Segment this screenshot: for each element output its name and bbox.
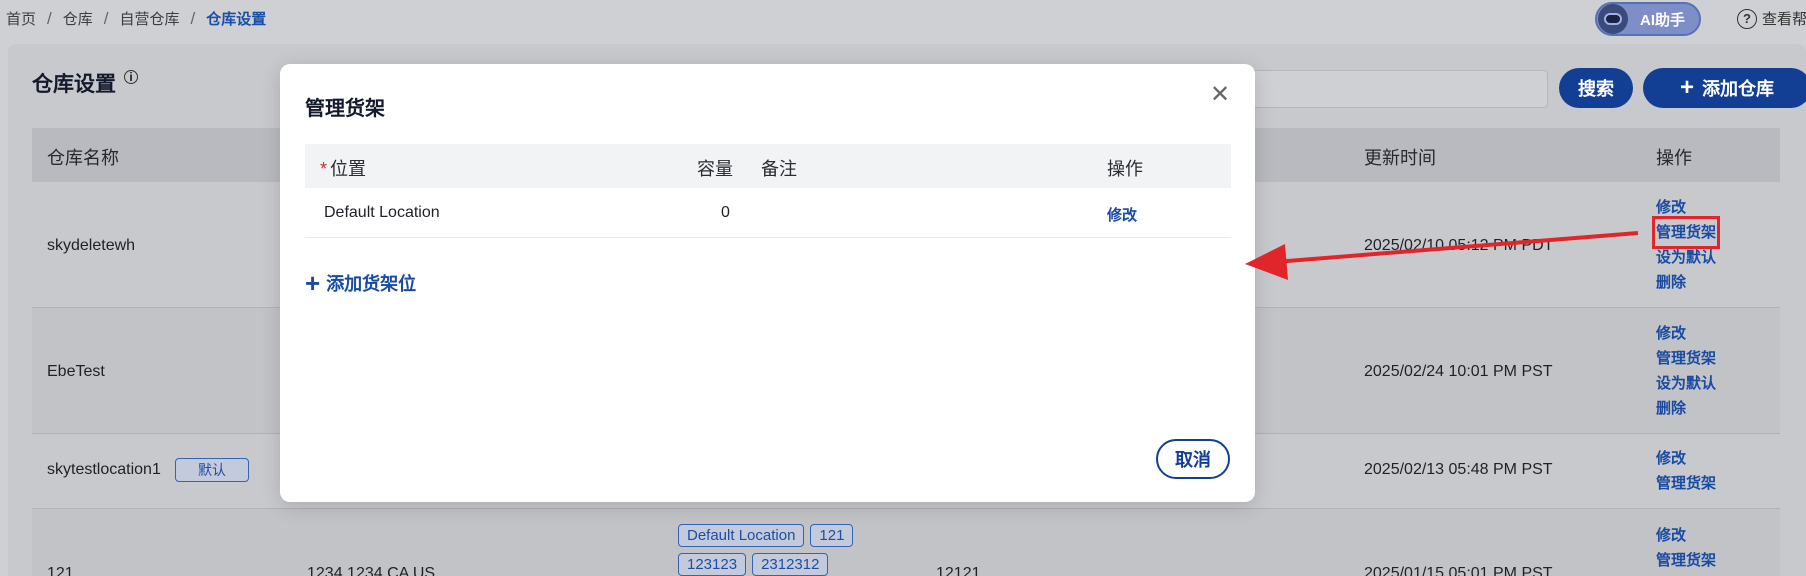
manage-shelves-link[interactable]: 管理货架 [1656,471,1716,496]
required-mark: * [320,159,328,179]
row-operations: 修改 管理货架 [1656,523,1716,573]
breadcrumb: 首页 / 仓库 / 自营仓库 / 仓库设置 [6,8,266,29]
header-location: * 位置 [320,155,366,181]
shelf-tag: Default Location [678,524,805,547]
warehouse-name: 121 [47,565,74,576]
shelf-tag: 123123 [678,553,747,576]
header-warehouse-name: 仓库名称 [47,148,119,168]
shelf-tag: 121 [810,524,854,547]
shelf-capacity: 0 [721,204,730,221]
shelf-tags: 123123 2312312 [678,553,829,576]
manage-shelves-dialog: 管理货架 ✕ * 位置 容量 备注 操作 Default Location 0 修… [280,64,1255,502]
breadcrumb-warehouse[interactable]: 仓库 [63,8,93,29]
header-location-text: 位置 [330,159,367,179]
set-default-link[interactable]: 设为默认 [1656,371,1716,396]
warehouse-name: EbeTest [47,363,105,380]
shelf-location: Default Location [324,204,440,221]
help-link[interactable]: ? 查看帮 [1737,8,1806,29]
dialog-table-header: * 位置 容量 备注 操作 [305,144,1231,188]
delete-link[interactable]: 删除 [1656,396,1716,421]
robot-icon [1598,4,1628,34]
row-operations: 修改 管理货架 [1656,446,1716,496]
search-input[interactable] [1240,70,1548,108]
top-bar: 首页 / 仓库 / 自营仓库 / 仓库设置 AI助手 ? 查看帮 [0,0,1806,36]
add-warehouse-label: 添加仓库 [1702,79,1774,99]
plus-icon: + [1679,74,1694,101]
warehouse-name: skytestlocation1 [47,461,161,478]
row-operations: 修改 管理货架 设为默认 删除 [1656,321,1716,421]
info-icon[interactable]: i [124,70,138,84]
shelf-edit-link[interactable]: 修改 [1107,204,1137,225]
warehouse-address: 1234 1234 CA US [307,565,436,576]
search-button[interactable]: 搜索 [1559,68,1633,108]
page-title-text: 仓库设置 [32,73,116,96]
edit-link[interactable]: 修改 [1656,523,1716,548]
cancel-button[interactable]: 取消 [1156,439,1230,479]
manage-shelves-link[interactable]: 管理货架 [1656,346,1716,371]
breadcrumb-own-warehouse[interactable]: 自营仓库 [120,8,180,29]
add-warehouse-button[interactable]: + 添加仓库 [1643,68,1806,108]
edit-link[interactable]: 修改 [1656,321,1716,346]
ai-assistant-button[interactable]: AI助手 [1595,2,1701,36]
plus-icon: + [305,268,321,298]
add-shelf-button[interactable]: + 添加货架位 [305,270,416,296]
breadcrumb-current: 仓库设置 [206,11,267,28]
help-label: 查看帮 [1762,11,1806,28]
delete-link[interactable]: 删除 [1656,270,1716,295]
question-icon: ? [1737,8,1757,29]
manage-shelves-link[interactable]: 管理货架 [1651,216,1721,249]
updated-time: 2025/02/13 05:48 PM PST [1364,461,1553,478]
header-operations: 操作 [1107,159,1143,179]
close-icon[interactable]: ✕ [1210,80,1230,109]
set-default-link[interactable]: 设为默认 [1656,245,1716,270]
page-title: 仓库设置 i [32,68,138,98]
breadcrumb-separator: / [47,8,52,28]
dialog-title: 管理货架 [305,98,385,120]
header-note: 备注 [761,159,797,179]
manage-shelves-link[interactable]: 管理货架 [1656,548,1716,573]
header-capacity: 容量 [697,159,733,179]
edit-link[interactable]: 修改 [1656,195,1716,220]
add-shelf-label: 添加货架位 [326,274,417,294]
ai-assistant-label: AI助手 [1640,11,1686,29]
edit-link[interactable]: 修改 [1656,446,1716,471]
updated-time: 2025/02/24 10:01 PM PST [1364,363,1553,380]
breadcrumb-home[interactable]: 首页 [6,8,36,29]
header-updated-time: 更新时间 [1364,148,1436,168]
header-operations: 操作 [1656,148,1692,168]
table-row: 121 1234 1234 CA US Default Location 121… [32,509,1780,576]
updated-time: 2025/02/10 05:12 PM PDT [1364,237,1554,254]
shelf-tags: Default Location 121 [678,524,854,547]
breadcrumb-separator: / [103,8,109,28]
shelf-row: Default Location 0 修改 [305,188,1231,238]
default-badge: 默认 [175,458,249,482]
warehouse-code: 12121 [936,565,981,576]
updated-time: 2025/01/15 05:01 PM PST [1364,565,1553,576]
warehouse-name: skydeletewh [47,237,136,254]
row-operations: 修改 管理货架 设为默认 删除 [1651,195,1721,295]
shelf-tag: 2312312 [752,553,829,576]
breadcrumb-separator: / [190,8,196,28]
